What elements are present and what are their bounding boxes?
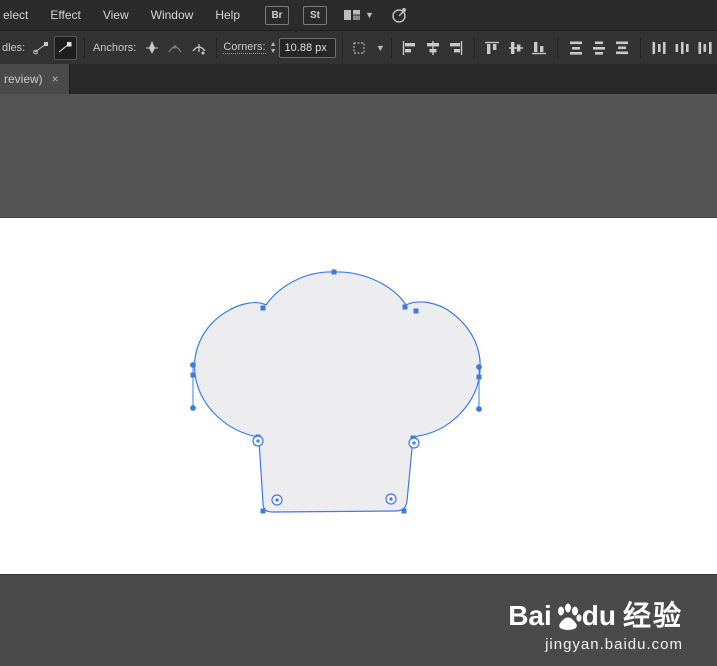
distribute-h-right-icon[interactable]	[695, 37, 716, 59]
menu-bar: elect Effect View Window Help Br St ▼	[0, 0, 717, 30]
separator	[473, 36, 475, 59]
stepper-down-icon[interactable]: ▼	[270, 48, 277, 55]
stock-badge[interactable]: St	[303, 5, 327, 25]
menu-item-window[interactable]: Window	[140, 0, 205, 30]
handle-style-plain-icon[interactable]	[30, 37, 51, 59]
handles-label: dles:	[2, 41, 26, 54]
baidu-jingyan-watermark: Bai du 经验 jingyan.baidu.com	[508, 602, 683, 654]
convert-anchor-icon[interactable]	[141, 37, 162, 59]
chevron-down-icon: ▼	[375, 42, 385, 53]
logo-du-text: du	[581, 600, 616, 631]
align-top-icon[interactable]	[482, 37, 503, 59]
corners-stepper[interactable]: ▲ ▼	[270, 41, 277, 55]
distribute-h-center-icon[interactable]	[671, 37, 692, 59]
jingyan-url-text: jingyan.baidu.com	[545, 636, 683, 653]
workspace-switcher-icon[interactable]	[390, 7, 408, 23]
menu-item-effect[interactable]: Effect	[39, 0, 91, 30]
separator	[390, 36, 392, 59]
chevron-down-icon: ▼	[365, 10, 374, 20]
separator	[556, 36, 558, 59]
baidu-jingyan-logo: Bai du 经验	[508, 602, 683, 630]
align-left-icon[interactable]	[399, 37, 420, 59]
separator	[83, 36, 85, 59]
shape-properties-icon[interactable]	[350, 37, 371, 59]
control-bar: dles: Anchors: Corners: ▲ ▼ 10.88 px ▼	[0, 30, 717, 65]
align-v-center-icon[interactable]	[505, 37, 526, 59]
align-bottom-icon[interactable]	[529, 37, 550, 59]
distribute-v-center-icon[interactable]	[588, 37, 609, 59]
separator	[216, 36, 218, 59]
anchors-label: Anchors:	[92, 41, 137, 54]
smooth-anchor-icon[interactable]	[165, 37, 186, 59]
menu-item-select[interactable]: elect	[0, 0, 39, 30]
logo-jingyan-text: 经验	[622, 600, 683, 631]
illustrator-window: elect Effect View Window Help Br St ▼ dl…	[0, 0, 717, 666]
cut-path-icon[interactable]	[188, 37, 209, 59]
logo-bai-text: Bai	[508, 600, 552, 631]
baidu-paw-icon	[557, 603, 582, 630]
close-icon[interactable]: ×	[52, 72, 59, 86]
document-tab-label: review)	[4, 72, 43, 86]
menu-item-help[interactable]: Help	[204, 0, 251, 30]
menu-item-view[interactable]: View	[92, 0, 140, 30]
stepper-up-icon[interactable]: ▲	[270, 41, 277, 48]
separator	[639, 36, 641, 59]
canvas-area[interactable]	[0, 94, 717, 666]
distribute-bottom-icon[interactable]	[612, 37, 633, 59]
document-tab[interactable]: review) ×	[0, 64, 70, 94]
arrange-documents-icon[interactable]: ▼	[343, 8, 374, 22]
distribute-h-left-icon[interactable]	[648, 37, 669, 59]
align-h-center-icon[interactable]	[422, 37, 443, 59]
corners-label[interactable]: Corners:	[223, 41, 266, 54]
handle-style-solid-icon[interactable]	[53, 35, 77, 60]
corners-value-input[interactable]	[278, 37, 336, 58]
bridge-badge[interactable]: Br	[265, 5, 289, 25]
document-tab-bar: review) ×	[0, 64, 717, 94]
align-right-icon[interactable]	[445, 37, 466, 59]
separator	[341, 36, 343, 59]
distribute-top-icon[interactable]	[565, 37, 586, 59]
artboard[interactable]	[0, 217, 717, 576]
